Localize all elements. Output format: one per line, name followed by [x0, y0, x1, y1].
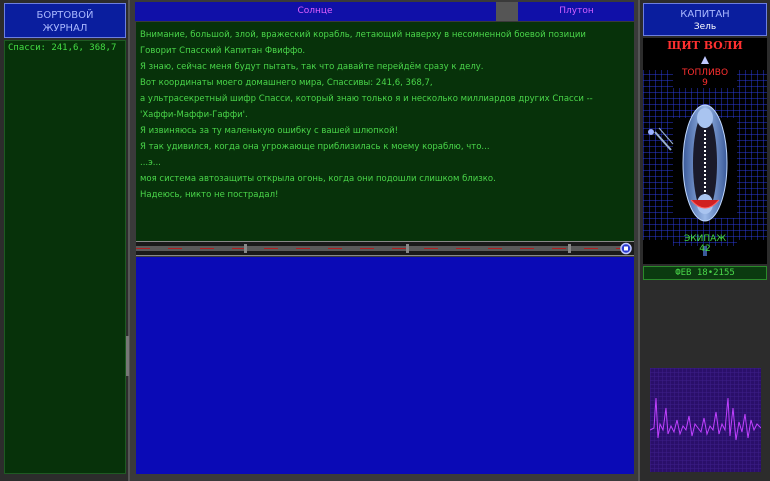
tab-sun[interactable]: Солнце — [135, 2, 495, 21]
log-scrollbar[interactable] — [126, 336, 129, 376]
message-line: Я извиняюсь за ту маленькую ошибку с ваш… — [140, 126, 399, 136]
message-line: Я знаю, сейчас меня будут пытать, так чт… — [140, 62, 484, 72]
message-line: моя система автозащиты открыла огонь, ко… — [140, 174, 496, 184]
captain-header: КАПИТАН Зель — [643, 3, 767, 36]
captain-title: КАПИТАН — [680, 9, 730, 20]
message-line: ...э... — [140, 158, 161, 168]
message-line: Внимание, большой, злой, вражеский кораб… — [140, 30, 586, 40]
crew-value: 42 — [699, 244, 711, 254]
ship-title: ЩИТ ВОЛИ — [667, 39, 743, 52]
log-header-line2: ЖУРНАЛ — [42, 23, 88, 34]
tab-pluto[interactable]: Плутон — [519, 2, 634, 21]
module-icon — [648, 129, 654, 135]
message-line: Надеюсь, никто не пострадал! — [140, 190, 279, 200]
tab-separator — [496, 2, 518, 21]
crew-label: ЭКИПАЖ — [683, 234, 727, 244]
response-area[interactable] — [136, 257, 634, 474]
fuel-label: ТОПЛИВО — [681, 68, 729, 78]
oscilloscope-display — [649, 368, 762, 472]
message-area: Внимание, большой, злой, вражеский кораб… — [136, 22, 634, 241]
captain-name: Зель — [693, 22, 717, 32]
log-list: Спасси: 241,6, 368,7 — [4, 40, 126, 474]
message-scroll-rail[interactable] — [136, 241, 634, 256]
oscilloscope-waveform — [649, 368, 762, 472]
stardate: ФЕВ 18•2155 — [643, 266, 767, 280]
message-line: а ультрасекретный шифр Спасси, который з… — [140, 94, 593, 104]
message-line: 'Хаффи-Маффи-Гаффи'. — [140, 110, 248, 120]
message-line: Вот координаты моего домашнего мира, Спа… — [140, 78, 433, 88]
log-entry[interactable]: Спасси: 241,6, 368,7 — [8, 43, 122, 53]
log-header: БОРТОВОЙ ЖУРНАЛ — [4, 3, 126, 38]
ship-status-view: ЩИТ ВОЛИ ТОПЛИВО 9 ЭКИПАЖ 42 — [643, 38, 767, 264]
log-header-line1: БОРТОВОЙ — [36, 10, 94, 21]
message-line: Я так удивился, когда она угрожающе приб… — [140, 142, 490, 152]
fuel-value: 9 — [702, 78, 708, 88]
message-line: Говорит Спасский Капитан Фвиффо. — [140, 46, 306, 56]
rail-graphic — [136, 242, 632, 255]
